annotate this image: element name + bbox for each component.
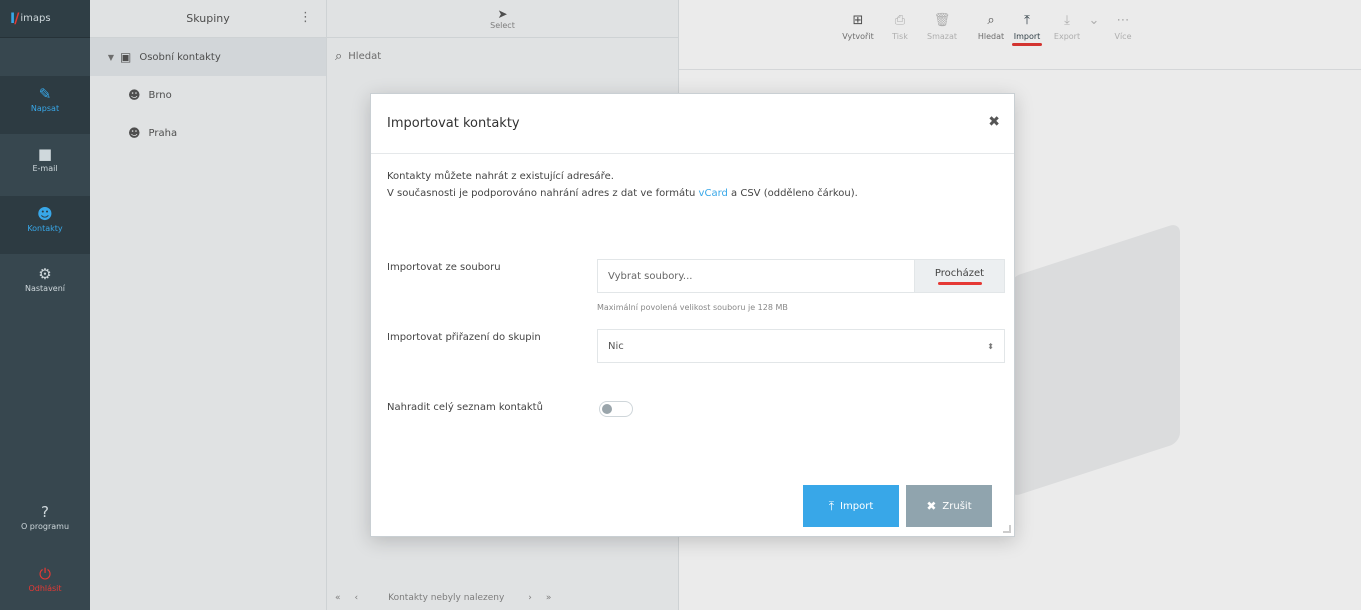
- upload-icon: ⤒: [828, 498, 835, 513]
- rail-item-help[interactable]: ? O programu: [0, 494, 90, 552]
- import-label: Import: [840, 500, 874, 512]
- intro-text: V současnosti je podporováno nahrání adr…: [387, 188, 696, 199]
- group-assign-value: Nic: [608, 340, 624, 352]
- intro-text: a CSV (odděleno čárkou).: [731, 188, 858, 199]
- browse-underline: [937, 281, 982, 285]
- app-logo[interactable]: I/ imaps: [0, 0, 90, 38]
- mail-icon: ■: [37, 145, 53, 163]
- rail-item-compose[interactable]: ✎ Napsat: [0, 76, 90, 134]
- dialog-header: Importovat kontakty: [371, 94, 1014, 154]
- rail-item-label: Nastavení: [24, 284, 66, 293]
- browse-button[interactable]: Procházet: [914, 260, 1004, 292]
- import-submit-button[interactable]: ⤒ Import: [803, 485, 899, 527]
- cancel-label: Zrušit: [942, 500, 972, 512]
- rail-item-contacts[interactable]: ☻ Kontakty: [0, 196, 90, 254]
- rail-item-label: Kontakty: [27, 224, 63, 233]
- import-contacts-dialog: Importovat kontakty ✖ Kontakty můžete na…: [370, 93, 1015, 537]
- replace-label: Nahradit celý seznam kontaktů: [387, 402, 543, 413]
- rail-item-mail[interactable]: ■ E-mail: [0, 136, 90, 194]
- toggle-knob: [602, 404, 612, 414]
- vcard-link[interactable]: vCard: [699, 188, 728, 199]
- file-input[interactable]: Vybrat soubory...: [598, 260, 914, 292]
- group-assign-label: Importovat přiřazení do skupin: [387, 332, 541, 343]
- cancel-button[interactable]: ✖ Zrušit: [906, 485, 992, 527]
- app-rail: I/ imaps ✎ Napsat ■ E-mail ☻ Kontakty ⚙ …: [0, 0, 90, 610]
- dialog-intro: Kontakty můžete nahrát z existující adre…: [387, 168, 977, 202]
- rail-item-label: E-mail: [32, 164, 58, 173]
- app-brand: imaps: [20, 13, 51, 24]
- intro-line-2: V současnosti je podporováno nahrání adr…: [387, 185, 977, 202]
- file-picker[interactable]: Vybrat soubory... Procházet: [597, 259, 1005, 293]
- rail-item-settings[interactable]: ⚙ Nastavení: [0, 256, 90, 314]
- rail-item-label: Odhlásit: [28, 584, 62, 593]
- cancel-icon: ✖: [926, 499, 937, 513]
- dialog-body: Kontakty můžete nahrát z existující adre…: [371, 154, 1014, 202]
- file-size-hint: Maximální povolená velikost souboru je 1…: [597, 303, 788, 312]
- logo-mark-icon: I/: [10, 10, 19, 27]
- power-icon: ⏻: [39, 565, 51, 583]
- contacts-icon: ☻: [37, 205, 53, 223]
- intro-line-1: Kontakty můžete nahrát z existující adre…: [387, 171, 614, 182]
- rail-item-logout[interactable]: ⏻ Odhlásit: [0, 556, 90, 610]
- dialog-title: Importovat kontakty: [387, 116, 520, 131]
- compose-icon: ✎: [38, 85, 52, 103]
- replace-toggle[interactable]: [599, 401, 633, 417]
- select-arrows-icon: ⬍: [987, 341, 994, 351]
- browse-label: Procházet: [934, 267, 985, 279]
- resize-handle[interactable]: [1003, 525, 1011, 533]
- close-icon[interactable]: ✖: [988, 114, 1000, 130]
- rail-item-label: Napsat: [30, 104, 60, 113]
- help-icon: ?: [41, 503, 49, 521]
- group-assign-select[interactable]: Nic ⬍: [597, 329, 1005, 363]
- gear-icon: ⚙: [38, 265, 52, 283]
- rail-item-label: O programu: [20, 522, 70, 531]
- file-label: Importovat ze souboru: [387, 262, 501, 273]
